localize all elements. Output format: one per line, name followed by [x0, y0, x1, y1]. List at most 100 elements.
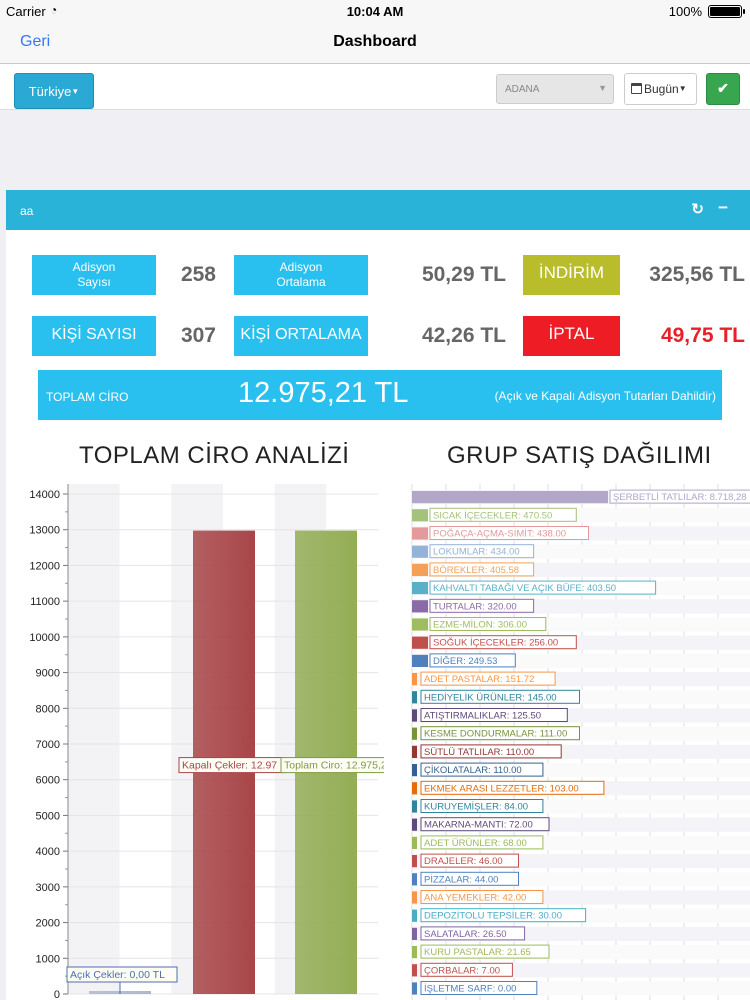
bar [412, 836, 417, 849]
data-label: HEDİYELİK ÜRÜNLER: 145.00 [424, 692, 557, 703]
bar [412, 927, 417, 940]
bar [412, 691, 417, 704]
bar [412, 600, 428, 613]
data-label: ADET ÜRÜNLER: 68.00 [424, 838, 527, 849]
y-tick-label: 13000 [29, 525, 60, 537]
data-label: KESME DONDURMALAR: 111.00 [424, 729, 567, 740]
bar [412, 782, 417, 795]
battery-icon [708, 5, 745, 18]
y-tick-label: 4000 [36, 846, 60, 858]
date-range-dropdown-button[interactable]: Bugün▼ [624, 73, 697, 105]
data-label: DEPOZİTOLU TEPSİLER: 30.00 [424, 911, 562, 922]
y-tick-label: 6000 [36, 775, 60, 787]
city-value: ADANA [505, 84, 540, 95]
bar [412, 509, 428, 522]
caret-down-icon: ▼ [678, 84, 687, 93]
bar [412, 946, 417, 959]
y-tick-label: 2000 [36, 918, 60, 930]
caret-down-icon: ▼ [71, 87, 80, 96]
bar [412, 818, 417, 831]
bar [412, 709, 417, 722]
indirim-label: İNDİRİM [523, 255, 620, 295]
bar [412, 491, 608, 504]
status-bar: Carrier ◔ 10:04 AM 100% [0, 0, 750, 22]
bar [412, 964, 417, 977]
adisyon-sayisi-label: Adisyon Sayısı [32, 255, 156, 295]
data-label: KAHVALTI TABAĞI VE AÇIK BÜFE: 403.50 [433, 583, 616, 594]
data-label: ÇORBALAR: 7.00 [424, 965, 500, 976]
country-dropdown-button[interactable]: Türkiye▼ [14, 73, 94, 109]
data-label: Açık Çekler: 0,00 TL [70, 969, 165, 981]
ciro-chart-title: TOPLAM CİRO ANALİZİ [79, 442, 350, 469]
y-tick-label: 8000 [36, 703, 60, 715]
panel-title: aa [20, 204, 34, 218]
y-tick-label: 5000 [36, 810, 60, 822]
data-label: SALATALAR: 26.50 [424, 929, 507, 940]
apply-filter-button[interactable]: ✔ [706, 73, 740, 105]
adisyon-ortalama-value: 50,29 TL [421, 263, 506, 286]
clock: 10:04 AM [346, 4, 404, 19]
y-tick-label: 12000 [29, 560, 60, 572]
data-label: TURTALAR: 320.00 [433, 601, 517, 612]
plot-band [119, 484, 172, 994]
bar [412, 618, 428, 631]
data-label: KURUYEMİŞLER: 84.00 [424, 802, 528, 813]
data-label: Toplam Ciro: 12.975,21 TL [284, 760, 384, 772]
bar [412, 800, 417, 813]
toplam-ciro-label: TOPLAM CİRO [46, 390, 129, 404]
y-tick-label: 3000 [36, 882, 60, 894]
plot-band [68, 484, 120, 994]
data-label: Kapalı Çekler: 12.97 [182, 760, 277, 772]
data-label: EZME-MİLON: 306.00 [433, 620, 527, 631]
bar [412, 873, 417, 886]
bar [412, 654, 428, 667]
filter-toolbar: Türkiye▼ ADANA ▼ Bugün▼ ✔ [0, 64, 750, 110]
toplam-ciro-note: (Açık ve Kapalı Adisyon Tutarları Dahild… [494, 389, 716, 403]
bar [412, 745, 417, 758]
y-tick-label: 14000 [29, 489, 60, 501]
data-label: POĞAÇA-AÇMA-SİMİT: 438.00 [433, 529, 566, 540]
bar [412, 727, 417, 740]
battery-percent: 100% [668, 4, 702, 19]
grup-satis-chart: ŞERBETLİ TATLILAR: 8.718,28 SICAK İÇECEKL… [411, 484, 750, 1000]
check-icon: ✔ [717, 80, 729, 96]
toplam-ciro-chart: 1400013000120001100010000900080007000600… [29, 484, 384, 1000]
bar [412, 636, 428, 649]
adisyon-ortalama-label: Adisyon Ortalama [234, 255, 368, 295]
data-label: ATIŞTIRMALIKLAR: 125.50 [424, 711, 541, 722]
y-tick-label: 11000 [30, 596, 60, 608]
iptal-value: 49,75 TL [660, 324, 745, 347]
kisi-ortalama-value: 42,26 TL [421, 324, 506, 347]
data-label: ADET PASTALAR: 151.72 [424, 674, 534, 685]
kisi-ortalama-label: KİŞİ ORTALAMA [234, 316, 368, 356]
bar [412, 545, 428, 558]
data-label: KURU PASTALAR: 21.65 [424, 947, 531, 958]
panel-header: aa ↻ − [6, 190, 750, 230]
data-label: SÜTLÜ TATLILAR: 110.00 [424, 747, 534, 758]
kisi-sayisi-value: 307 [180, 324, 216, 347]
adisyon-sayisi-value: 258 [180, 263, 216, 286]
refresh-icon[interactable]: ↻ [691, 200, 704, 218]
data-label: SICAK İÇECEKLER: 470.50 [433, 510, 552, 521]
data-label: LOKUMLAR: 434.00 [433, 547, 520, 558]
grup-chart-title: GRUP SATIŞ DAĞILIMI [447, 442, 712, 469]
city-select[interactable]: ADANA ▼ [496, 74, 614, 104]
data-label: İŞLETME SARF: 0.00 [424, 984, 516, 995]
date-label: Bugün [644, 82, 679, 96]
indirim-value: 325,56 TL [649, 263, 745, 286]
bar [412, 855, 417, 868]
chevron-down-icon: ▼ [598, 83, 607, 93]
country-label: Türkiye [28, 84, 72, 99]
bar [412, 582, 428, 595]
collapse-icon[interactable]: − [718, 198, 728, 218]
bar [412, 764, 417, 777]
iptal-label: İPTAL [523, 316, 620, 356]
y-tick-label: 9000 [36, 668, 60, 680]
data-label: MAKARNA-MANTI: 72.00 [424, 820, 533, 831]
data-label: ŞERBETLİ TATLILAR: 8.718,28 [613, 492, 747, 503]
data-label: ANA YEMEKLER: 42.00 [424, 893, 526, 904]
page-title: Dashboard [333, 33, 417, 50]
navigation-bar: Geri Dashboard [0, 22, 750, 64]
bar [412, 891, 417, 904]
bar [412, 563, 428, 576]
